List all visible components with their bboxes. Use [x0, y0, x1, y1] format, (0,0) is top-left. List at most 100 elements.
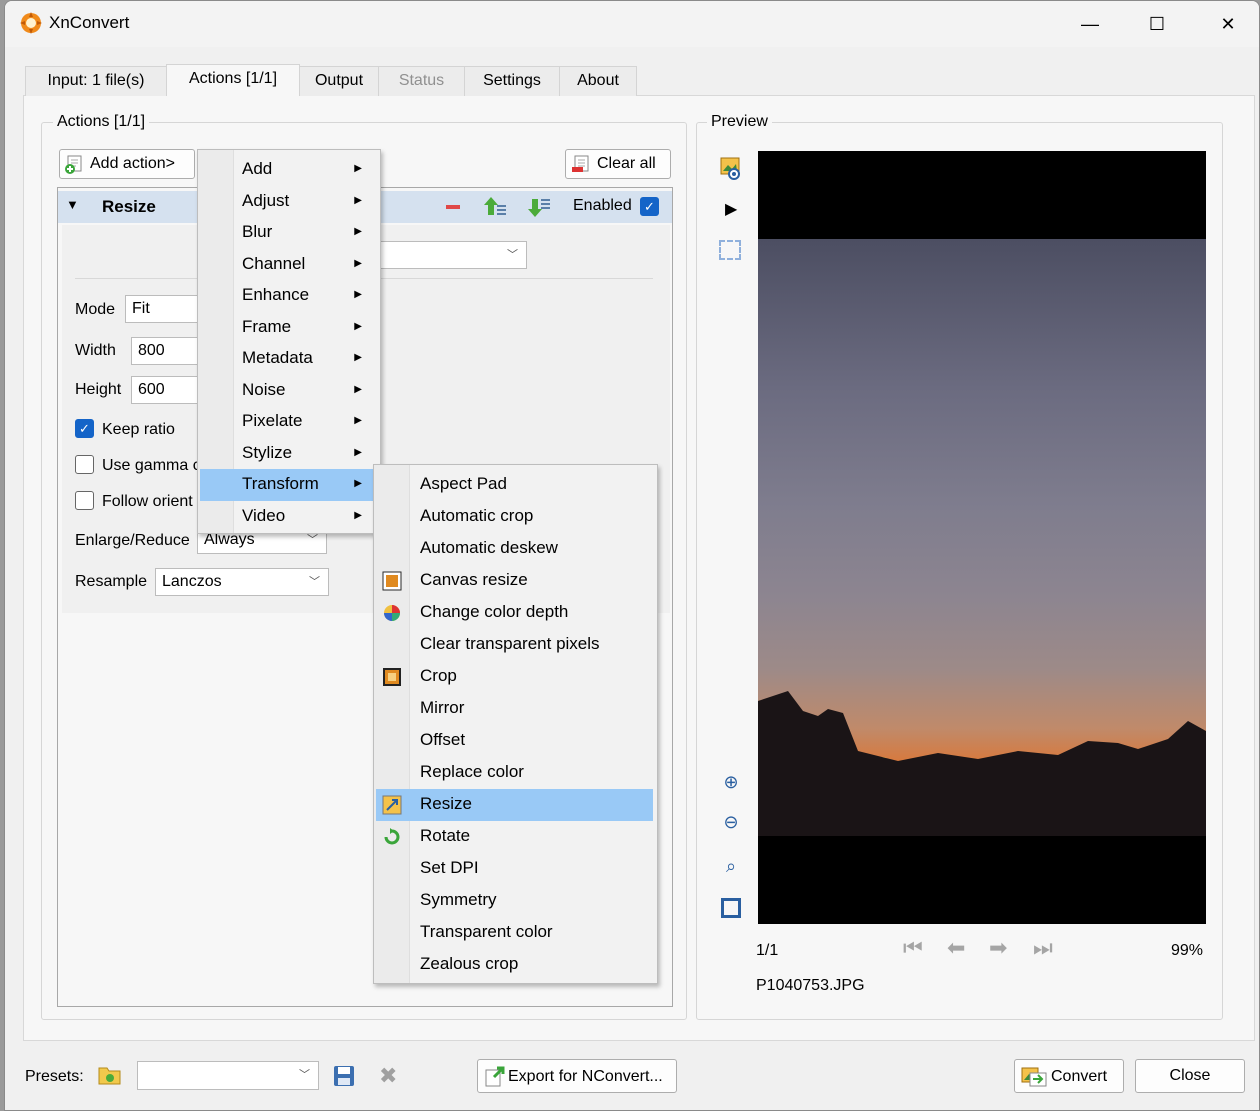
submenu-item-label: Mirror: [420, 698, 465, 717]
menu-item-video[interactable]: Video ▶: [200, 501, 374, 533]
mode-label: Mode: [75, 301, 116, 318]
preset-combo[interactable]: ﹀: [137, 1061, 319, 1090]
menu-item-channel[interactable]: Channel ▶: [200, 249, 374, 281]
menu-item-label: Noise: [242, 379, 286, 399]
previous-image-icon[interactable]: ⬅: [947, 935, 965, 961]
menu-item-frame[interactable]: Frame ▶: [200, 312, 374, 344]
submenu-arrow-icon: ▶: [354, 446, 362, 458]
remove-action-icon[interactable]: [446, 205, 460, 209]
submenu-arrow-icon: ▶: [354, 320, 362, 332]
close-button[interactable]: Close: [1135, 1059, 1245, 1093]
submenu-item-replace-color[interactable]: Replace color: [376, 757, 653, 789]
last-image-icon[interactable]: ⏭: [1033, 935, 1053, 961]
submenu-item-canvas-resize[interactable]: Canvas resize: [376, 565, 653, 597]
menu-item-blur[interactable]: Blur ▶: [200, 217, 374, 249]
tab-output[interactable]: Output: [299, 66, 379, 96]
zoom-actual-icon[interactable]: ⌕: [718, 853, 744, 879]
collapse-triangle-icon[interactable]: ▼: [66, 197, 79, 212]
convert-button[interactable]: Convert: [1014, 1059, 1124, 1093]
keep-ratio-checkbox[interactable]: ✓: [75, 419, 94, 438]
follow-orientation-checkbox[interactable]: [75, 491, 94, 510]
menu-item-transform[interactable]: Transform ▶: [200, 469, 374, 501]
clear-all-button[interactable]: Clear all: [565, 149, 671, 179]
width-value: 800: [138, 342, 165, 359]
submenu-item-offset[interactable]: Offset: [376, 725, 653, 757]
change-color-depth-icon: [382, 603, 402, 623]
submenu-item-symmetry[interactable]: Symmetry: [376, 885, 653, 917]
menu-item-adjust[interactable]: Adjust ▶: [200, 186, 374, 218]
height-label: Height: [75, 381, 122, 398]
resample-combo[interactable]: Lanczos ﹀: [155, 568, 329, 596]
submenu-item-automatic-crop[interactable]: Automatic crop: [376, 501, 653, 533]
submenu-item-label: Replace color: [420, 762, 524, 781]
first-image-icon[interactable]: ⏮: [903, 935, 923, 961]
delete-preset-icon[interactable]: ✖: [379, 1063, 397, 1089]
menu-item-label: Pixelate: [242, 411, 303, 430]
tab-input[interactable]: Input: 1 file(s): [25, 66, 167, 96]
menu-item-metadata[interactable]: Metadata ▶: [200, 343, 374, 375]
view-image-icon[interactable]: [718, 155, 744, 181]
submenu-item-label: Aspect Pad: [420, 474, 507, 493]
tab-actions[interactable]: Actions [1/1]: [166, 64, 300, 96]
crop-icon: [382, 667, 402, 687]
zoom-in-icon[interactable]: ⊕: [718, 769, 744, 795]
menu-item-add[interactable]: Add ▶: [200, 154, 374, 186]
resize-icon: [382, 795, 402, 815]
save-preset-icon[interactable]: [333, 1065, 355, 1087]
mode-combo[interactable]: Fit: [125, 295, 201, 323]
submenu-item-set-dpi[interactable]: Set DPI: [376, 853, 653, 885]
height-spinbox[interactable]: 600: [131, 376, 201, 404]
tab-about[interactable]: About: [559, 66, 637, 96]
select-region-icon[interactable]: [719, 240, 741, 260]
enabled-checkbox[interactable]: ✓: [640, 197, 659, 216]
submenu-item-transparent-color[interactable]: Transparent color: [376, 917, 653, 949]
menu-item-noise[interactable]: Noise ▶: [200, 375, 374, 407]
submenu-item-aspect-pad[interactable]: Aspect Pad: [376, 469, 653, 501]
convert-icon: [1021, 1067, 1047, 1087]
app-window: XnConvert — ☐ ✕ Input: 1 file(s) Actions…: [4, 0, 1260, 1111]
menu-item-pixelate[interactable]: Pixelate ▶: [200, 406, 374, 438]
submenu-item-label: Resize: [420, 794, 472, 813]
submenu-item-clear-transparent-pixels[interactable]: Clear transparent pixels: [376, 629, 653, 661]
tab-settings[interactable]: Settings: [464, 66, 560, 96]
submenu-item-label: Transparent color: [420, 922, 553, 941]
menu-item-enhance[interactable]: Enhance ▶: [200, 280, 374, 312]
submenu-arrow-icon: ▶: [354, 163, 362, 174]
submenu-item-crop[interactable]: Crop: [376, 661, 653, 693]
submenu-item-label: Set DPI: [420, 858, 479, 877]
move-up-icon[interactable]: [482, 195, 508, 219]
submenu-item-rotate[interactable]: Rotate: [376, 821, 653, 853]
submenu-arrow-icon: ▶: [354, 289, 362, 300]
export-nconvert-button[interactable]: Export for NConvert...: [477, 1059, 677, 1093]
submenu-item-zealous-crop[interactable]: Zealous crop: [376, 949, 653, 981]
menu-item-stylize[interactable]: Stylize ▶: [200, 438, 374, 470]
move-down-icon[interactable]: [526, 195, 552, 219]
submenu-item-label: Offset: [420, 730, 466, 749]
size-preset-combo[interactable]: ﹀: [375, 241, 527, 269]
width-label: Width: [75, 342, 116, 359]
submenu-item-resize[interactable]: Resize: [376, 789, 653, 821]
export-label: Export for NConvert...: [508, 1068, 663, 1085]
width-spinbox[interactable]: 800: [131, 337, 201, 365]
submenu-item-change-color-depth[interactable]: Change color depth: [376, 597, 653, 629]
actions-group-label: Actions [1/1]: [53, 113, 150, 131]
mode-value: Fit: [132, 300, 150, 317]
canvas-resize-icon: [382, 571, 402, 591]
maximize-button[interactable]: ☐: [1137, 9, 1177, 39]
zoom-out-icon[interactable]: ⊖: [718, 809, 744, 835]
open-preset-folder-icon[interactable]: [98, 1064, 122, 1086]
submenu-item-automatic-deskew[interactable]: Automatic deskew: [376, 533, 653, 565]
add-action-label: Add action>: [90, 155, 175, 172]
use-gamma-checkbox[interactable]: [75, 455, 94, 474]
add-action-button[interactable]: Add action>: [59, 149, 195, 179]
transform-submenu-items: Aspect Pad Automatic crop Automatic deskew…: [376, 469, 657, 981]
submenu-item-mirror[interactable]: Mirror: [376, 693, 653, 725]
close-window-button[interactable]: ✕: [1208, 9, 1248, 39]
fit-window-icon[interactable]: [721, 898, 741, 918]
menu-item-label: Stylize: [242, 442, 293, 462]
add-action-menu-items: Add ▶ Adjust ▶ Blur ▶ Channel ▶ Enhance ▶ Frame ▶ Me…: [198, 154, 380, 532]
next-image-icon[interactable]: ➡: [989, 935, 1007, 961]
minimize-button[interactable]: —: [1070, 9, 1110, 39]
tab-status[interactable]: Status: [378, 66, 465, 96]
play-icon[interactable]: ▶: [725, 199, 737, 219]
